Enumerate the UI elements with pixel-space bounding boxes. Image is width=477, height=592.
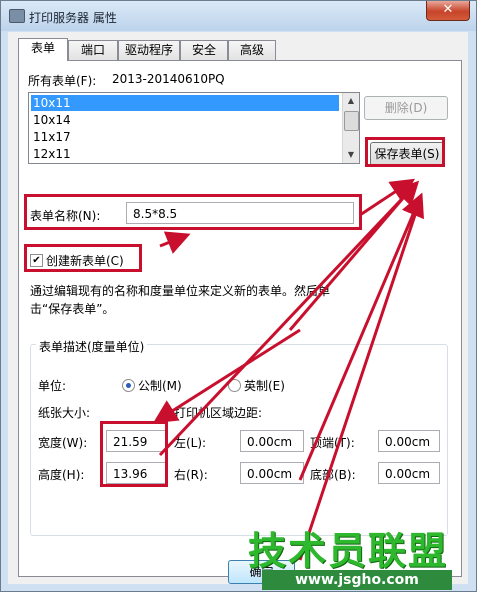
annotation-arrows <box>152 178 424 561</box>
arrow-from-size-to-save <box>158 180 420 457</box>
tab-forms[interactable]: 表单 <box>18 38 68 61</box>
watermark-url: www.jsgho.com <box>262 570 452 590</box>
arrow-from-ok-to-save <box>298 192 424 481</box>
arrow-line-lower <box>298 199 422 561</box>
watermark: 技术员联盟 www.jsgho.com <box>248 520 468 590</box>
arrow-from-create-new <box>159 231 191 254</box>
arrow-to-size-inputs <box>152 328 301 424</box>
watermark-brand: 技术员联盟 <box>248 529 449 573</box>
